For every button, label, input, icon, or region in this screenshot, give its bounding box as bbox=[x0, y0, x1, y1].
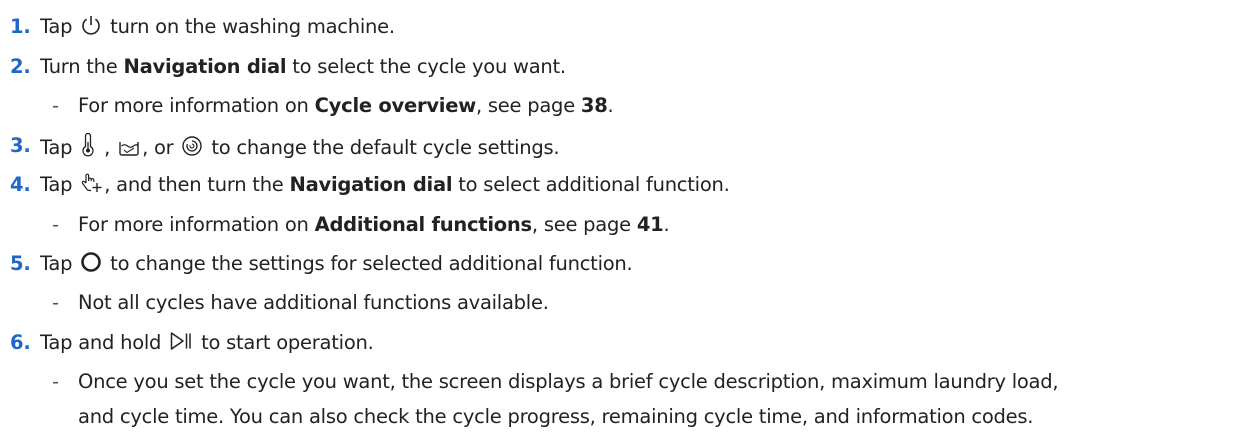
note-pre: For more information on bbox=[78, 213, 315, 236]
step-text: Tap to change the settings for selected … bbox=[40, 251, 633, 277]
circle-ok-icon bbox=[80, 251, 102, 273]
note-dash: - bbox=[52, 370, 59, 393]
step-text-pre: Tap bbox=[40, 15, 79, 38]
instruction-document: 1. Tap turn on the washing machine. 2. T… bbox=[0, 0, 1237, 445]
note-text-line-1: Once you set the cycle you want, the scr… bbox=[78, 370, 1059, 393]
step-text-post: to select additional function. bbox=[452, 173, 730, 196]
step-text-pre: Tap bbox=[40, 252, 79, 275]
navigation-dial-term: Navigation dial bbox=[289, 173, 453, 196]
note-dash: - bbox=[52, 291, 59, 314]
start-pause-icon bbox=[169, 330, 193, 352]
note-text: For more information on Additional funct… bbox=[78, 212, 670, 238]
step-text-pre: Tap bbox=[40, 136, 79, 159]
page-reference: 41 bbox=[636, 213, 664, 236]
power-icon bbox=[80, 14, 102, 36]
step-number: 1. bbox=[10, 15, 31, 38]
step-number: 3. bbox=[10, 134, 31, 157]
step-text-post: turn on the washing machine. bbox=[104, 15, 395, 38]
note-text: Not all cycles have additional functions… bbox=[78, 291, 549, 314]
step-number: 2. bbox=[10, 55, 31, 78]
note-text-line-2: and cycle time. You can also check the c… bbox=[78, 405, 1034, 428]
thermometer-icon bbox=[80, 133, 96, 157]
note-text: For more information on Cycle overview, … bbox=[78, 93, 614, 119]
step-number: 5. bbox=[10, 252, 31, 275]
note-pre: For more information on bbox=[78, 94, 315, 117]
navigation-dial-term: Navigation dial bbox=[123, 55, 287, 78]
step-text: Tap , , or to change the default cycle s… bbox=[40, 133, 560, 161]
step-text-mid: , and then turn the bbox=[104, 173, 290, 196]
note-mid: , see page bbox=[475, 94, 581, 117]
step-text-post: to start operation. bbox=[195, 331, 374, 354]
step-text: Tap and hold to start operation. bbox=[40, 330, 374, 356]
note-mid: , see page bbox=[531, 213, 637, 236]
note-dash: - bbox=[52, 94, 59, 117]
hand-plus-icon bbox=[80, 172, 102, 194]
step-text: Tap , and then turn the Navigation dial … bbox=[40, 172, 730, 198]
additional-functions-term: Additional functions bbox=[314, 213, 533, 236]
step-text-post: to change the settings for selected addi… bbox=[104, 252, 633, 275]
step-text-post: to select the cycle you want. bbox=[286, 55, 566, 78]
cycle-overview-term: Cycle overview bbox=[314, 94, 477, 117]
step-text-pre: Tap and hold bbox=[40, 331, 168, 354]
rinse-basin-icon bbox=[118, 137, 140, 157]
step-text: Tap turn on the washing machine. bbox=[40, 14, 395, 40]
page-reference: 38 bbox=[580, 94, 608, 117]
step-number: 4. bbox=[10, 173, 31, 196]
step-text-pre: Tap bbox=[40, 173, 79, 196]
spin-icon bbox=[181, 135, 203, 157]
step-text-pre: Turn the bbox=[40, 55, 124, 78]
separator: , bbox=[98, 136, 117, 159]
note-end: . bbox=[663, 213, 670, 236]
note-end: . bbox=[607, 94, 614, 117]
step-number: 6. bbox=[10, 331, 31, 354]
separator: , or bbox=[142, 136, 180, 159]
step-text-post: to change the default cycle settings. bbox=[205, 136, 560, 159]
note-dash: - bbox=[52, 213, 59, 236]
step-text: Turn the Navigation dial to select the c… bbox=[40, 54, 566, 80]
